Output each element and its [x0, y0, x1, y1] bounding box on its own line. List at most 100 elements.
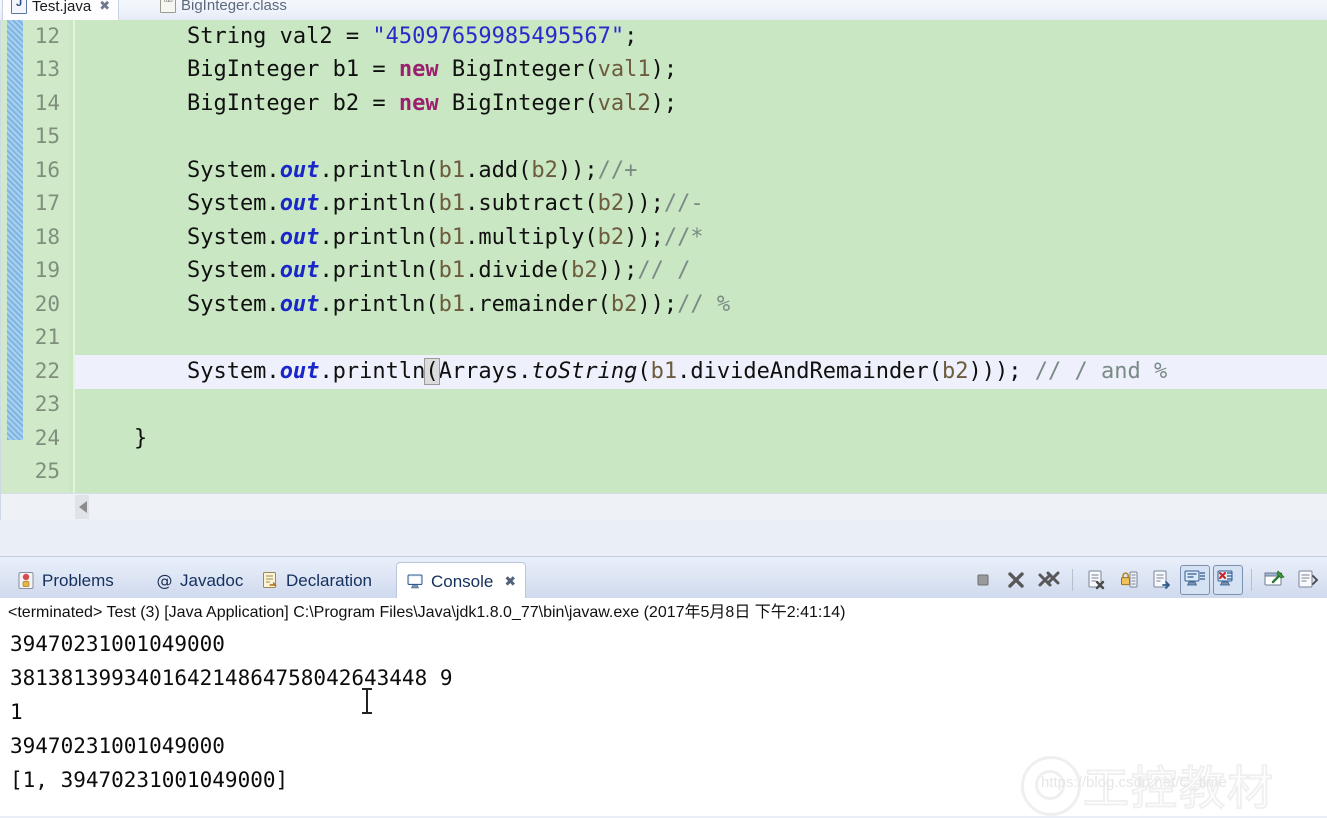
code-line[interactable]: BigInteger b1 = new BigInteger(val1);: [75, 53, 1327, 87]
code-token: );: [650, 91, 678, 116]
string-literal-token: "45097659985495567": [372, 24, 625, 49]
local-var-token: b1: [438, 292, 466, 317]
remove-launch-button[interactable]: [1001, 565, 1031, 595]
close-icon[interactable]: ✖: [99, 0, 110, 14]
code-token: .println(: [319, 258, 439, 283]
console-output-area[interactable]: 39470231001049000 3813813993401642148647…: [0, 627, 1327, 816]
comment-token: //*: [663, 225, 704, 250]
code-editor[interactable]: 12 13 14 15 16 17 18 19 20 21 22 23 24 2…: [0, 20, 1327, 520]
code-line[interactable]: [75, 388, 1327, 422]
console-output-line: 381381399340164214864758042643448 9: [10, 666, 453, 690]
line-number: 24: [34, 426, 60, 450]
line-number: 20: [34, 292, 60, 316]
code-line[interactable]: [75, 455, 1327, 489]
close-icon[interactable]: ✖: [504, 573, 516, 590]
code-token: System.: [81, 292, 280, 317]
code-token: .println(: [319, 191, 439, 216]
code-token: }: [81, 426, 148, 451]
code-token: ));: [624, 191, 664, 216]
local-var-token: b1: [438, 225, 466, 250]
line-number-gutter[interactable]: 12 13 14 15 16 17 18 19 20 21 22 23 24 2…: [1, 20, 69, 520]
code-token: System.: [81, 225, 280, 250]
code-line[interactable]: System.out.println(b1.multiply(b2));//*: [75, 221, 1327, 255]
line-number: 19: [34, 258, 60, 282]
local-var-token: b2: [610, 292, 638, 317]
code-line[interactable]: }: [75, 422, 1327, 456]
code-token: .divideAndRemainder(: [677, 359, 942, 384]
code-token: .remainder(: [465, 292, 611, 317]
code-token: ));: [637, 292, 678, 317]
line-number: 25: [34, 459, 60, 483]
eclipse-ide-window: Test.java ✖ BigInteger.class 12 13 14 15…: [0, 0, 1327, 816]
code-token: Arrays.: [438, 359, 532, 384]
code-line[interactable]: System.out.println(b1.divide(b2));// /: [75, 254, 1327, 288]
class-file-icon: [160, 0, 176, 13]
code-line[interactable]: BigInteger b2 = new BigInteger(val2);: [75, 87, 1327, 121]
editor-tab-strip: Test.java ✖ BigInteger.class: [0, 0, 1327, 20]
show-console-on-error-button[interactable]: [1213, 565, 1243, 595]
tab-declaration[interactable]: Declaration: [252, 562, 381, 599]
at-sign-icon: @: [155, 571, 174, 590]
clear-console-button[interactable]: [1081, 565, 1111, 595]
line-number: 16: [34, 158, 60, 182]
code-line[interactable]: [75, 321, 1327, 355]
code-line[interactable]: [75, 120, 1327, 154]
code-line[interactable]: System.out.println(b1.subtract(b2));//-: [75, 187, 1327, 221]
local-var-token: val1: [597, 57, 651, 82]
declaration-icon: [261, 571, 280, 590]
code-token: .println(: [319, 225, 439, 250]
editor-tab-test-java[interactable]: Test.java ✖: [2, 0, 120, 20]
local-var-token: b1: [650, 359, 678, 384]
local-var-token: b2: [597, 191, 625, 216]
view-tab-bar: Problems @ Javadoc Declaration Console ✖: [0, 556, 1327, 600]
local-var-token: b2: [942, 359, 969, 384]
display-selected-console-button[interactable]: [1293, 565, 1323, 595]
console-toolbar: [968, 563, 1323, 597]
tab-label: Problems: [42, 570, 114, 590]
code-token: .subtract(: [465, 191, 598, 216]
local-var-token: b1: [438, 258, 466, 283]
code-token: BigInteger(: [438, 91, 598, 116]
code-token: BigInteger b2 =: [81, 91, 399, 116]
tab-label: Javadoc: [180, 570, 244, 590]
code-token: .divide(: [465, 258, 572, 283]
toolbar-separator: [1251, 569, 1252, 591]
tab-console[interactable]: Console ✖: [396, 562, 527, 600]
static-field-token: out: [279, 258, 320, 283]
word-wrap-button[interactable]: [1147, 565, 1177, 595]
problems-icon: [17, 571, 36, 590]
matching-bracket-highlight: (: [424, 358, 440, 385]
code-token: BigInteger(: [438, 57, 598, 82]
remove-all-terminated-button[interactable]: [1034, 565, 1064, 595]
show-console-on-output-button[interactable]: [1180, 565, 1210, 595]
code-token: System.: [81, 258, 280, 283]
scroll-left-icon[interactable]: [79, 501, 87, 513]
code-line[interactable]: String val2 = "45097659985495567";: [75, 20, 1327, 54]
terminate-button[interactable]: [968, 565, 998, 595]
comment-token: // /: [637, 258, 691, 283]
code-token: BigInteger b1 =: [81, 57, 399, 82]
pin-console-button[interactable]: [1260, 565, 1290, 595]
code-token: (: [637, 359, 651, 384]
editor-tab-biginteger-class[interactable]: BigInteger.class: [152, 0, 295, 19]
code-line[interactable]: System.out.println(b1.remainder(b2));// …: [75, 288, 1327, 322]
code-text-area[interactable]: String val2 = "45097659985495567"; BigIn…: [75, 20, 1327, 520]
editor-horizontal-scrollbar[interactable]: [1, 493, 1327, 520]
local-var-token: val2: [597, 91, 651, 116]
svg-text:@: @: [157, 571, 173, 590]
code-token: )));: [968, 359, 1035, 384]
line-number: 13: [34, 57, 60, 81]
code-line[interactable]: System.out.println(b1.add(b2));//+: [75, 154, 1327, 188]
tab-problems[interactable]: Problems: [8, 562, 123, 599]
code-token: .multiply(: [465, 225, 598, 250]
code-token: ));: [624, 225, 664, 250]
code-line-current[interactable]: System.out.println(Arrays.toString(b1.di…: [75, 355, 1327, 389]
tab-label: Declaration: [286, 570, 372, 590]
method-token: toString: [531, 359, 638, 384]
comment-token: //-: [663, 191, 704, 216]
tab-javadoc[interactable]: @ Javadoc: [146, 562, 252, 599]
scroll-lock-button[interactable]: [1114, 565, 1144, 595]
line-number: 23: [34, 392, 60, 416]
console-output-line: [1, 39470231001049000]: [10, 768, 289, 792]
line-number: 12: [34, 24, 60, 48]
